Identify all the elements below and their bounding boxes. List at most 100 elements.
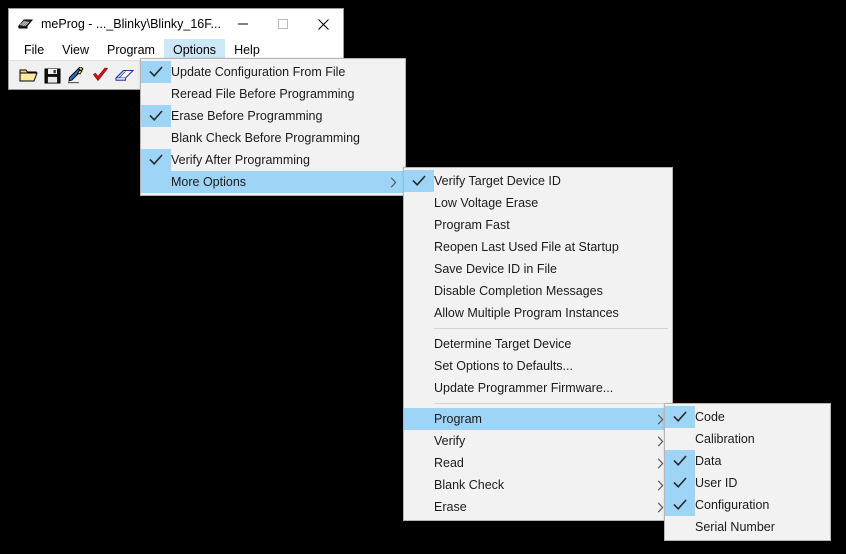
check-placeholder	[141, 171, 171, 193]
more-options-item-blank-check[interactable]: Blank Check	[404, 474, 672, 496]
check-placeholder	[404, 258, 434, 280]
check-placeholder	[665, 428, 695, 450]
check-placeholder	[404, 496, 434, 518]
close-button[interactable]	[303, 9, 343, 39]
more-options-item-program[interactable]: Program	[404, 408, 672, 430]
menu-separator	[434, 403, 668, 404]
check-placeholder	[404, 430, 434, 452]
open-file-icon[interactable]	[17, 64, 39, 86]
menubar-label-file: File	[24, 42, 45, 57]
menu-item-label: User ID	[695, 476, 738, 490]
checkmark-icon	[141, 149, 171, 171]
more-options-item-reopen-last-used-file-at-startup[interactable]: Reopen Last Used File at Startup	[404, 236, 672, 258]
menu-item-label: Data	[695, 454, 722, 468]
menubar-label-view: View	[62, 42, 90, 57]
check-placeholder	[404, 192, 434, 214]
menu-item-label: Erase Before Programming	[171, 109, 323, 123]
checkmark-icon	[665, 406, 695, 428]
check-placeholder	[141, 83, 171, 105]
minimize-button[interactable]	[223, 9, 263, 39]
checkmark-icon	[404, 170, 434, 192]
check-placeholder	[404, 452, 434, 474]
options-menu-item-update-configuration-from-file[interactable]: Update Configuration From File	[141, 61, 405, 83]
program-menu-item-configuration[interactable]: Configuration	[665, 494, 830, 516]
chevron-right-icon	[657, 430, 664, 452]
menu-item-label: More Options	[171, 175, 247, 189]
chevron-right-icon	[657, 408, 664, 430]
menubar-item-view[interactable]: View	[53, 39, 98, 60]
menubar-item-program[interactable]: Program	[98, 39, 164, 60]
menu-item-label: Serial Number	[695, 520, 775, 534]
menu-item-label: Reopen Last Used File at Startup	[434, 240, 619, 254]
more-options-item-disable-completion-messages[interactable]: Disable Completion Messages	[404, 280, 672, 302]
menu-item-label: Blank Check	[434, 478, 505, 492]
verify-check-icon[interactable]	[89, 64, 111, 86]
read-device-icon[interactable]	[113, 64, 135, 86]
menu-item-label: Reread File Before Programming	[171, 87, 355, 101]
check-placeholder	[404, 474, 434, 496]
check-placeholder	[404, 302, 434, 324]
checkmark-icon	[665, 450, 695, 472]
menu-item-label: Read	[434, 456, 464, 470]
menu-item-label: Configuration	[695, 498, 770, 512]
checkmark-icon	[141, 61, 171, 83]
menu-item-label: Blank Check Before Programming	[171, 131, 360, 145]
menubar-item-options[interactable]: Options	[163, 39, 226, 60]
chevron-right-icon	[657, 452, 664, 474]
maximize-button[interactable]	[263, 9, 303, 39]
menu-item-label: Erase	[434, 500, 467, 514]
more-options-item-program-fast[interactable]: Program Fast	[404, 214, 672, 236]
check-placeholder	[665, 516, 695, 538]
more-options-item-low-voltage-erase[interactable]: Low Voltage Erase	[404, 192, 672, 214]
program-menu-item-calibration[interactable]: Calibration	[665, 428, 830, 450]
menu-bar: File View Program Options Help	[9, 39, 343, 60]
options-menu-item-erase-before-programming[interactable]: Erase Before Programming	[141, 105, 405, 127]
more-options-submenu[interactable]: Verify Target Device ID Low Voltage Erase…	[403, 167, 673, 521]
checkmark-icon	[141, 105, 171, 127]
more-options-item-determine-target-device[interactable]: Determine Target Device	[404, 333, 672, 355]
menubar-label-program: Program	[107, 42, 155, 57]
menu-item-label: Code	[695, 410, 725, 424]
menu-item-label: Allow Multiple Program Instances	[434, 306, 619, 320]
check-placeholder	[404, 408, 434, 430]
menu-item-label: Update Programmer Firmware...	[434, 381, 614, 395]
checkmark-icon	[665, 494, 695, 516]
write-device-icon[interactable]	[65, 64, 87, 86]
menubar-label-options: Options	[172, 42, 217, 57]
title-bar[interactable]: meProg - ..._Blinky\Blinky_16F...	[9, 9, 343, 39]
program-submenu[interactable]: Code Calibration Data User ID Configuration S…	[664, 403, 831, 541]
more-options-item-set-options-to-defaults[interactable]: Set Options to Defaults...	[404, 355, 672, 377]
menubar-item-file[interactable]: File	[15, 39, 53, 60]
more-options-item-update-programmer-firmware[interactable]: Update Programmer Firmware...	[404, 377, 672, 399]
menubar-item-help[interactable]: Help	[225, 39, 269, 60]
more-options-item-save-device-id-in-file[interactable]: Save Device ID in File	[404, 258, 672, 280]
checkmark-icon	[665, 472, 695, 494]
menu-item-label: Program	[434, 412, 482, 426]
options-menu-item-blank-check-before-programming[interactable]: Blank Check Before Programming	[141, 127, 405, 149]
program-menu-item-code[interactable]: Code	[665, 406, 830, 428]
options-menu-item-reread-file-before-programming[interactable]: Reread File Before Programming	[141, 83, 405, 105]
menu-item-label: Program Fast	[434, 218, 510, 232]
chip-icon	[17, 16, 34, 33]
options-menu[interactable]: Update Configuration From File Reread Fil…	[140, 58, 406, 196]
menu-item-label: Disable Completion Messages	[434, 284, 603, 298]
program-menu-item-data[interactable]: Data	[665, 450, 830, 472]
check-placeholder	[404, 333, 434, 355]
menu-separator	[434, 328, 668, 329]
program-menu-item-serial-number[interactable]: Serial Number	[665, 516, 830, 538]
menu-item-label: Update Configuration From File	[171, 65, 346, 79]
check-placeholder	[404, 214, 434, 236]
more-options-item-verify[interactable]: Verify	[404, 430, 672, 452]
save-file-icon[interactable]	[41, 64, 63, 86]
more-options-item-erase[interactable]: Erase	[404, 496, 672, 518]
window-title: meProg - ..._Blinky\Blinky_16F...	[41, 17, 221, 31]
options-menu-item-verify-after-programming[interactable]: Verify After Programming	[141, 149, 405, 171]
menu-item-label: Save Device ID in File	[434, 262, 557, 276]
options-menu-item-more-options[interactable]: More Options	[141, 171, 405, 193]
menubar-label-help: Help	[234, 42, 260, 57]
program-menu-item-user-id[interactable]: User ID	[665, 472, 830, 494]
menu-item-label: Verify Target Device ID	[434, 174, 561, 188]
more-options-item-verify-target-device-id[interactable]: Verify Target Device ID	[404, 170, 672, 192]
more-options-item-read[interactable]: Read	[404, 452, 672, 474]
more-options-item-allow-multiple-program-instances[interactable]: Allow Multiple Program Instances	[404, 302, 672, 324]
